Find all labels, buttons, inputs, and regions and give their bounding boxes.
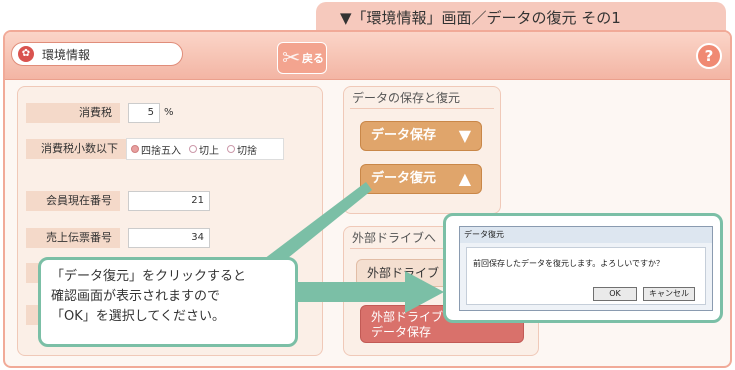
dialog-body: 前回保存したデータを復元します。よろしいですか？ OK キャンセル [466,247,706,305]
dialog-highlight: データ復元 前回保存したデータを復元します。よろしいですか？ OK キャンセル [443,213,723,323]
cancel-button[interactable]: キャンセル [643,287,695,301]
ok-button[interactable]: OK [593,287,637,301]
dialog-message: 前回保存したデータを復元します。よろしいですか？ [473,259,664,268]
dialog-title: データ復元 [460,227,712,243]
pointer-arrow [296,271,444,313]
callout-tail [260,182,372,262]
instruction-callout: 「データ復元」をクリックすると 確認画面が表示されますので 「OK」を選択してく… [38,257,298,347]
confirm-dialog: データ復元 前回保存したデータを復元します。よろしいですか？ OK キャンセル [459,226,713,311]
